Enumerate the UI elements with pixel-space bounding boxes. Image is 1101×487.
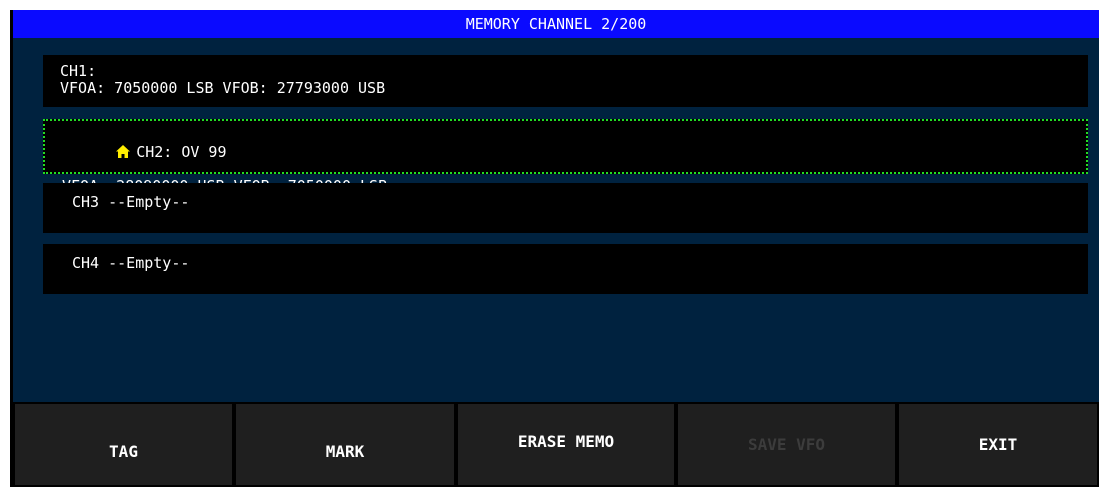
home-icon: [116, 145, 131, 158]
channel-item-3[interactable]: CH3 --Empty--: [43, 183, 1088, 233]
mark-button[interactable]: MARK: [234, 402, 456, 487]
channel-name: CH1:: [60, 62, 97, 80]
exit-button[interactable]: EXIT: [897, 402, 1099, 487]
button-bar: TAG MARK ERASE MEMO SAVE VFO EXIT: [13, 402, 1099, 487]
title-bar: MEMORY CHANNEL 2/200: [13, 10, 1099, 38]
channel-item-1[interactable]: CH1: VFOA: 7050000 LSB VFOB: 27793000 US…: [43, 55, 1088, 107]
channel-name: CH4 --Empty--: [72, 254, 190, 272]
tag-button[interactable]: TAG: [13, 402, 234, 487]
channel-item-2[interactable]: CH2: OV 99 VFOA: 28090000 USB VFOB: 7050…: [43, 119, 1088, 195]
channel-vfo-info: VFOA: 7050000 LSB VFOB: 27793000 USB: [60, 79, 386, 97]
save-vfo-button[interactable]: SAVE VFO: [676, 402, 897, 487]
channel-name: CH3 --Empty--: [72, 193, 190, 211]
memory-channel-screen: MEMORY CHANNEL 2/200 CH1: VFOA: 7050000 …: [10, 10, 1099, 487]
erase-memo-button[interactable]: ERASE MEMO: [456, 402, 676, 487]
channel-item-4[interactable]: CH4 --Empty--: [43, 244, 1088, 294]
channel-name: CH2: OV 99: [136, 143, 227, 161]
